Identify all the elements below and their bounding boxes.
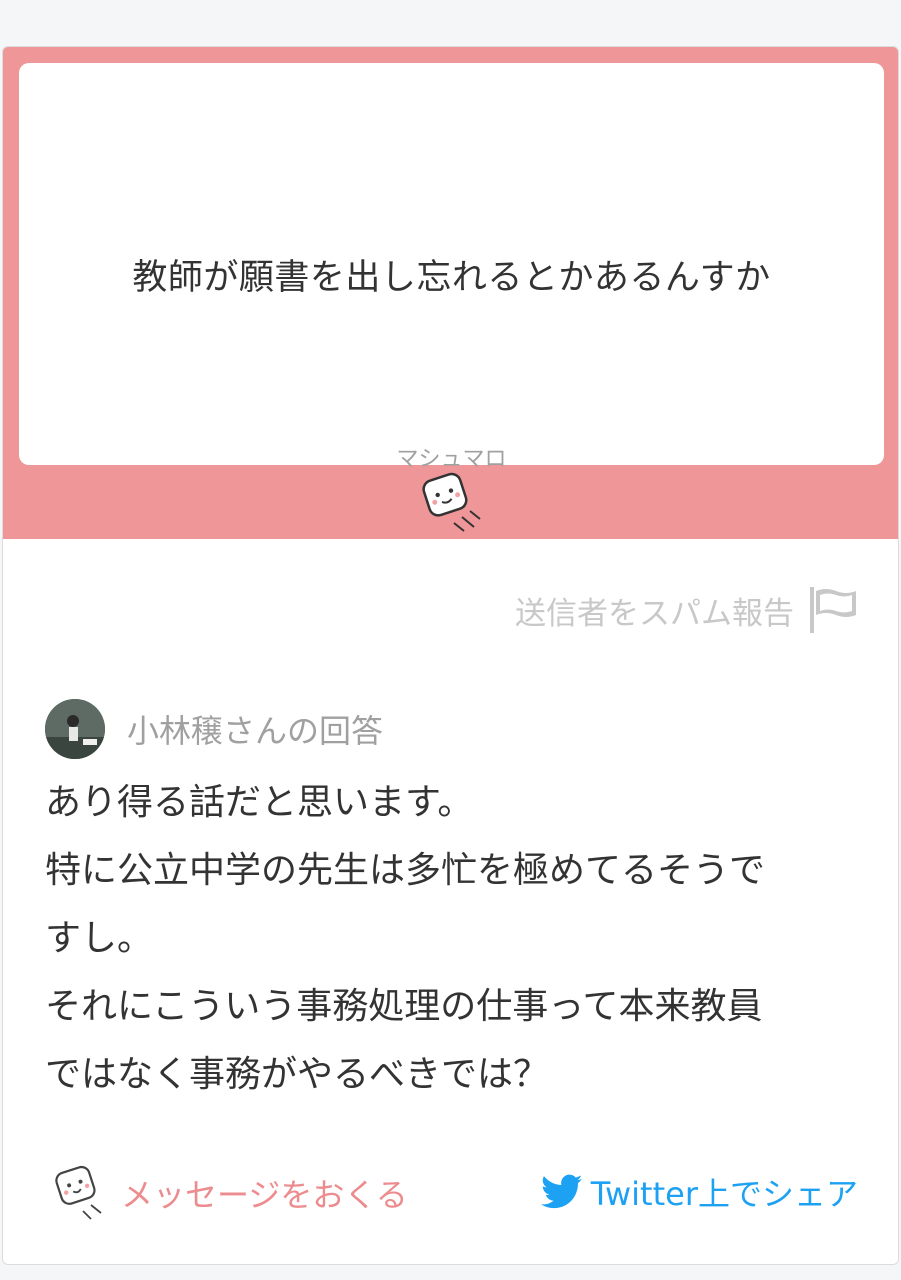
twitter-share-button[interactable]: Twitter上でシェア <box>540 1169 858 1215</box>
marshmallow-mascot-icon <box>422 472 481 532</box>
answer-line: ではなく事務がやるべきでは？ <box>45 1054 550 1095</box>
answer-line: すし。 <box>45 918 154 959</box>
answer-line: それにこういう事務処理の仕事って本来教員 <box>45 986 763 1027</box>
twitter-bird-icon <box>540 1174 583 1209</box>
spam-report-button[interactable]: 送信者をスパム報告 <box>515 585 860 635</box>
answerer-name[interactable]: 小林穣さんの回答 <box>127 706 383 752</box>
send-message-button[interactable]: メッセージをおくる <box>53 1163 408 1223</box>
send-message-label: メッセージをおくる <box>121 1176 408 1214</box>
marshmallow-icon <box>55 1165 102 1220</box>
twitter-share-label: Twitter上でシェア <box>590 1175 858 1213</box>
answer-card: 教師が願書を出し忘れるとかあるんすか マシュマロ 送信者をスパム報告 小林穣さん… <box>2 46 899 1265</box>
card-footer: メッセージをおくる Twitter上でシェア <box>3 1163 898 1233</box>
spam-report-label: 送信者をスパム報告 <box>515 595 794 632</box>
flag-icon <box>810 587 856 633</box>
question-band: 教師が願書を出し忘れるとかあるんすか マシュマロ <box>3 47 898 539</box>
answer-text: あり得る話だと思います。 特に公立中学の先生は多忙を極めてるそうで すし。 それ… <box>45 769 865 1109</box>
avatar[interactable] <box>45 699 105 759</box>
answer-header: 小林穣さんの回答 <box>45 699 383 759</box>
answer-line: あり得る話だと思います。 <box>45 782 474 823</box>
question-text: 教師が願書を出し忘れるとかあるんすか <box>132 258 771 298</box>
question-box: 教師が願書を出し忘れるとかあるんすか マシュマロ <box>19 63 884 472</box>
answer-line: 特に公立中学の先生は多忙を極めてるそうで <box>45 850 766 891</box>
